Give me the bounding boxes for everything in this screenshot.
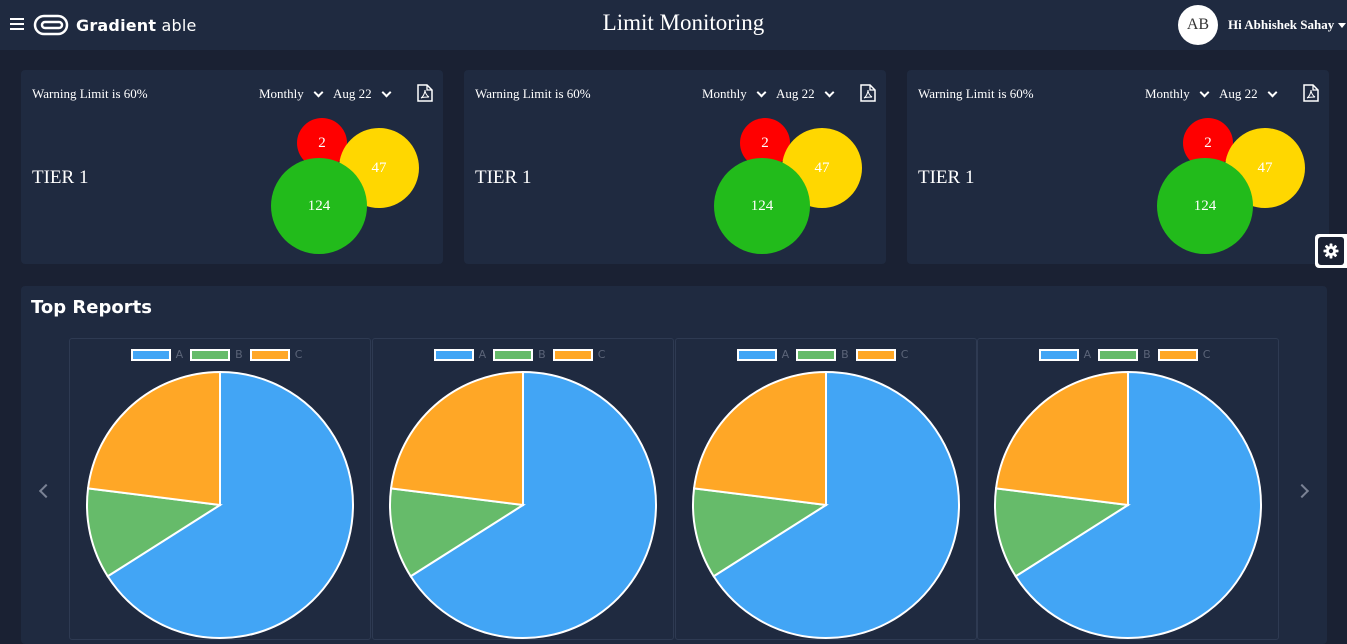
legend-item-a[interactable]: A xyxy=(736,348,790,361)
month-value: Aug 22 xyxy=(1219,86,1258,101)
pie-chart-card: A B C xyxy=(675,338,977,640)
user-menu[interactable]: Hi Abhishek Sahay xyxy=(1228,17,1347,33)
legend-label: C xyxy=(597,348,606,361)
legend-label: C xyxy=(1202,348,1211,361)
legend-swatch xyxy=(190,348,231,361)
period-value: Monthly xyxy=(259,86,304,101)
avatar[interactable]: AB xyxy=(1178,5,1218,45)
legend-item-c[interactable]: C xyxy=(855,348,909,361)
pie-chart xyxy=(389,370,657,639)
legend-swatch xyxy=(552,348,593,361)
legend-item-c[interactable]: C xyxy=(249,348,303,361)
chevron-down-icon xyxy=(313,87,324,97)
limit-card: Warning Limit is 60% Monthly Aug 22 TIER… xyxy=(464,70,886,264)
legend-label: A xyxy=(1083,348,1092,361)
chevron-down-icon xyxy=(824,87,835,97)
pdf-icon[interactable] xyxy=(1303,84,1319,102)
pie-chart xyxy=(86,370,354,639)
warning-limit-label: Warning Limit is 60% xyxy=(32,86,148,101)
legend-swatch xyxy=(433,348,474,361)
legend-swatch xyxy=(855,348,896,361)
carousel-next-icon[interactable] xyxy=(1294,483,1310,499)
top-reports-panel: Top Reports A B C A B C A B C A B C xyxy=(21,286,1327,644)
page-title: Limit Monitoring xyxy=(602,10,765,35)
legend-item-a[interactable]: A xyxy=(1038,348,1092,361)
reports-title: Top Reports xyxy=(31,297,152,318)
limit-card: Warning Limit is 60% Monthly Aug 22 TIER… xyxy=(21,70,443,264)
pie-chart xyxy=(692,370,960,639)
period-select[interactable]: Monthly xyxy=(702,86,767,102)
pie-chart xyxy=(994,370,1262,639)
chevron-down-icon xyxy=(381,87,392,97)
green-count-bubble[interactable]: 124 xyxy=(1157,158,1253,254)
legend-item-c[interactable]: C xyxy=(1157,348,1211,361)
settings-button[interactable] xyxy=(1315,234,1347,268)
tier-label: TIER 1 xyxy=(918,167,975,188)
legend-item-b[interactable]: B xyxy=(1098,348,1151,361)
tier-label: TIER 1 xyxy=(32,167,89,188)
legend-swatch xyxy=(736,348,777,361)
chevron-down-icon xyxy=(756,87,767,97)
legend-label: B xyxy=(1143,348,1151,361)
legend-swatch xyxy=(249,348,290,361)
green-count-bubble[interactable]: 124 xyxy=(714,158,810,254)
carousel-prev-icon[interactable] xyxy=(38,483,54,499)
caret-down-icon xyxy=(1338,22,1347,28)
chart-legend: A B C xyxy=(676,348,976,361)
legend-swatch xyxy=(493,348,534,361)
month-select[interactable]: Aug 22 xyxy=(1219,86,1278,102)
legend-item-a[interactable]: A xyxy=(130,348,184,361)
legend-label: A xyxy=(781,348,790,361)
legend-swatch xyxy=(1098,348,1139,361)
legend-label: C xyxy=(900,348,909,361)
warning-limit-label: Warning Limit is 60% xyxy=(918,86,1034,101)
pie-slice-c[interactable] xyxy=(389,370,524,507)
period-value: Monthly xyxy=(1145,86,1190,101)
pie-chart-card: A B C xyxy=(977,338,1279,640)
user-greeting: Hi Abhishek Sahay xyxy=(1228,17,1335,32)
legend-label: B xyxy=(235,348,243,361)
pie-slice-c[interactable] xyxy=(994,370,1129,507)
pdf-icon[interactable] xyxy=(417,84,433,102)
gear-icon xyxy=(1323,243,1339,259)
top-bar: Gradient able Limit Monitoring AB Hi Abh… xyxy=(0,0,1347,50)
period-select[interactable]: Monthly xyxy=(259,86,324,102)
legend-swatch xyxy=(1038,348,1079,361)
pie-chart-card: A B C xyxy=(69,338,371,640)
period-value: Monthly xyxy=(702,86,747,101)
month-value: Aug 22 xyxy=(776,86,815,101)
legend-label: A xyxy=(478,348,487,361)
pie-chart-card: A B C xyxy=(372,338,674,640)
warning-limit-label: Warning Limit is 60% xyxy=(475,86,591,101)
month-value: Aug 22 xyxy=(333,86,372,101)
legend-label: A xyxy=(175,348,184,361)
legend-label: B xyxy=(538,348,546,361)
limit-card: Warning Limit is 60% Monthly Aug 22 TIER… xyxy=(907,70,1329,264)
pie-slice-c[interactable] xyxy=(692,370,827,507)
legend-item-a[interactable]: A xyxy=(433,348,487,361)
legend-label: C xyxy=(294,348,303,361)
legend-swatch xyxy=(796,348,837,361)
month-select[interactable]: Aug 22 xyxy=(776,86,835,102)
chart-legend: A B C xyxy=(70,348,370,361)
chevron-down-icon xyxy=(1267,87,1278,97)
pie-slice-c[interactable] xyxy=(86,370,221,507)
chart-legend: A B C xyxy=(373,348,673,361)
legend-item-b[interactable]: B xyxy=(190,348,243,361)
chart-legend: A B C xyxy=(978,348,1278,361)
pdf-icon[interactable] xyxy=(860,84,876,102)
legend-item-b[interactable]: B xyxy=(493,348,546,361)
legend-item-b[interactable]: B xyxy=(796,348,849,361)
period-select[interactable]: Monthly xyxy=(1145,86,1210,102)
legend-label: B xyxy=(841,348,849,361)
month-select[interactable]: Aug 22 xyxy=(333,86,392,102)
legend-swatch xyxy=(1157,348,1198,361)
chevron-down-icon xyxy=(1199,87,1210,97)
tier-label: TIER 1 xyxy=(475,167,532,188)
legend-swatch xyxy=(130,348,171,361)
green-count-bubble[interactable]: 124 xyxy=(271,158,367,254)
legend-item-c[interactable]: C xyxy=(552,348,606,361)
